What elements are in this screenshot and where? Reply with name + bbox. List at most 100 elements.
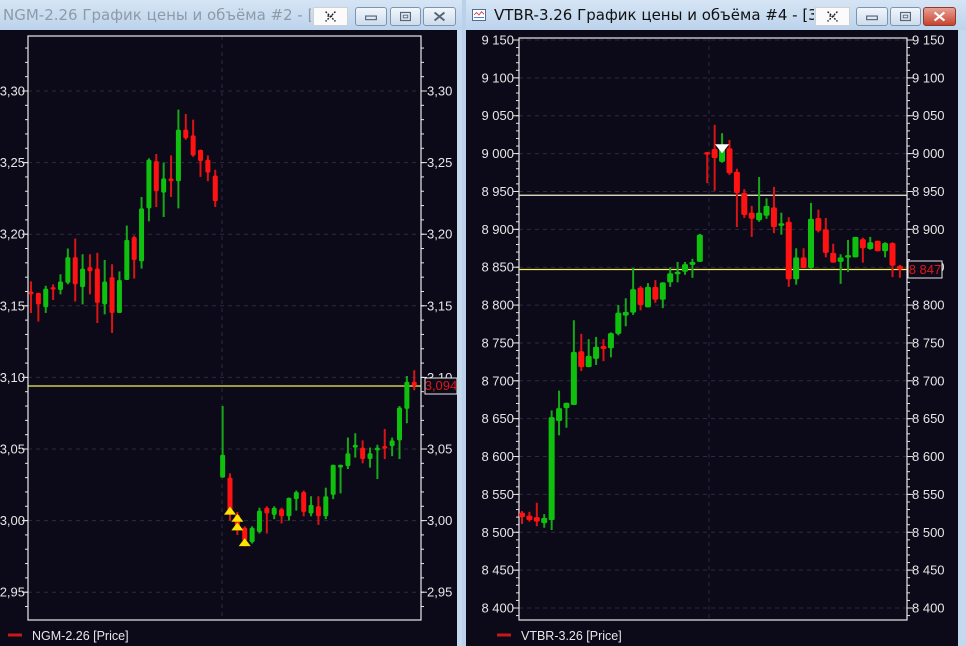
maximize-icon (399, 11, 412, 22)
candle-body (131, 237, 137, 260)
candle-body (726, 148, 733, 174)
candle-body (696, 234, 703, 262)
candle-body (183, 129, 189, 139)
candle-body (308, 504, 314, 514)
candle-body (116, 280, 122, 313)
candle-body (822, 229, 829, 253)
window-title: VTBR-3.26 График цены и объёма #4 - [30 … (494, 6, 814, 24)
candle-body (519, 512, 525, 518)
y-axis-label-left: 8 600 (481, 449, 514, 464)
legend-label: VTBR-3.26 [Price] (521, 629, 622, 643)
candle-body (615, 312, 622, 334)
candle-body (607, 333, 614, 349)
candle-body (397, 407, 402, 441)
candle-body (146, 159, 152, 209)
candle-down (741, 189, 748, 218)
price-chart-vtbr[interactable]: 9 150 9 150 9 100 9 100 9 050 9 050 9 000 9 000… (466, 30, 958, 646)
candle-body (541, 517, 548, 524)
candle-body (57, 281, 63, 291)
candle-body (72, 257, 78, 285)
candle-body (859, 239, 866, 249)
close-icon (433, 11, 446, 22)
candle-body (793, 257, 800, 280)
close-button[interactable] (423, 7, 456, 26)
close-button[interactable] (923, 7, 956, 26)
y-axis-label-right: 9 000 (912, 146, 945, 161)
candle-body (315, 506, 321, 517)
price-chart-ngm[interactable]: 3,30 3,303,25 3,253,20 3,203,15 3,153,10 3,10… (0, 30, 457, 646)
y-axis-label-right: 3,20 (427, 227, 452, 242)
candle-body (593, 346, 600, 359)
candle-body (837, 257, 844, 262)
maximize-button[interactable] (390, 7, 421, 26)
candle-body (600, 345, 607, 349)
candle-body (748, 212, 755, 219)
candle-body (374, 447, 380, 451)
candle-body (867, 242, 874, 250)
minimize-button[interactable] (856, 7, 888, 26)
candle-body (800, 257, 807, 268)
candle-body (301, 491, 307, 513)
current-price-label: 3,094 (425, 378, 457, 393)
y-axis-label-left: 8 850 (481, 260, 514, 275)
window-titlebar[interactable]: VTBR-3.26 График цены и объёма #4 - [30 … (466, 0, 966, 30)
candle-body (667, 273, 674, 283)
candle-body (882, 242, 889, 252)
candle-body (168, 178, 174, 182)
pin-button[interactable] (815, 7, 850, 26)
y-axis-label-right: 2,95 (427, 585, 452, 600)
y-axis-label-right: 8 750 (912, 335, 945, 350)
y-axis-label-left: 8 400 (481, 601, 514, 616)
candle-body (644, 286, 651, 308)
pin-icon (325, 11, 336, 22)
candle-body (689, 261, 696, 265)
candle-body (338, 464, 344, 468)
candle-body (659, 282, 666, 300)
candle-up (696, 233, 703, 262)
candle-up (256, 507, 262, 534)
candle-body (139, 208, 145, 262)
chart-area[interactable]: 9 150 9 150 9 100 9 100 9 050 9 050 9 000 9 000… (466, 30, 958, 646)
candle-up (330, 464, 336, 500)
candle-body (190, 135, 196, 156)
y-axis-label-right: 3,15 (427, 298, 452, 313)
pin-button[interactable] (313, 7, 348, 26)
candle-body (578, 351, 585, 368)
candle-down (874, 240, 881, 252)
candle-body (35, 292, 41, 305)
chart-window-ngm: NGM-2.26 График цены и объёма #2 - [30 м… (0, 0, 462, 646)
y-axis-label-right: 3,25 (427, 155, 452, 170)
candle-body (175, 129, 181, 182)
candle-body (622, 311, 629, 316)
candle-body (637, 287, 644, 306)
candle-body (198, 149, 204, 162)
candle-body (28, 291, 34, 295)
candle-body (533, 517, 540, 522)
candle-body (526, 515, 533, 521)
candle-body (43, 288, 49, 308)
legend-label: NGM-2.26 [Price] (32, 629, 129, 643)
candle-body (293, 491, 299, 500)
candle-body (778, 223, 785, 226)
candle-body (205, 159, 211, 173)
candle-body (770, 207, 777, 228)
candle-body (807, 218, 814, 268)
y-axis-label-right: 3,05 (427, 442, 452, 457)
y-axis-label-right: 3,30 (427, 84, 452, 99)
maximize-button[interactable] (890, 7, 921, 26)
candle-body (411, 381, 417, 386)
y-axis-label-right: 8 700 (912, 373, 945, 388)
candle-body (227, 477, 233, 511)
minimize-button[interactable] (355, 7, 387, 26)
candle-body (286, 497, 292, 517)
y-axis-label-left: 3,15 (0, 298, 25, 313)
candle-body (830, 252, 837, 263)
chart-area[interactable]: 3,30 3,30 3,25 3,25 3,20 3,20 3,15 3,15 3,10 3,10… (0, 30, 457, 646)
candle-body (682, 264, 689, 272)
chart-background (0, 30, 457, 646)
candle-body (389, 440, 395, 447)
chart-background (466, 30, 958, 646)
window-titlebar[interactable]: NGM-2.26 График цены и объёма #2 - [30 м… (0, 0, 462, 30)
candle-body (161, 178, 167, 193)
candle-up (249, 526, 255, 544)
